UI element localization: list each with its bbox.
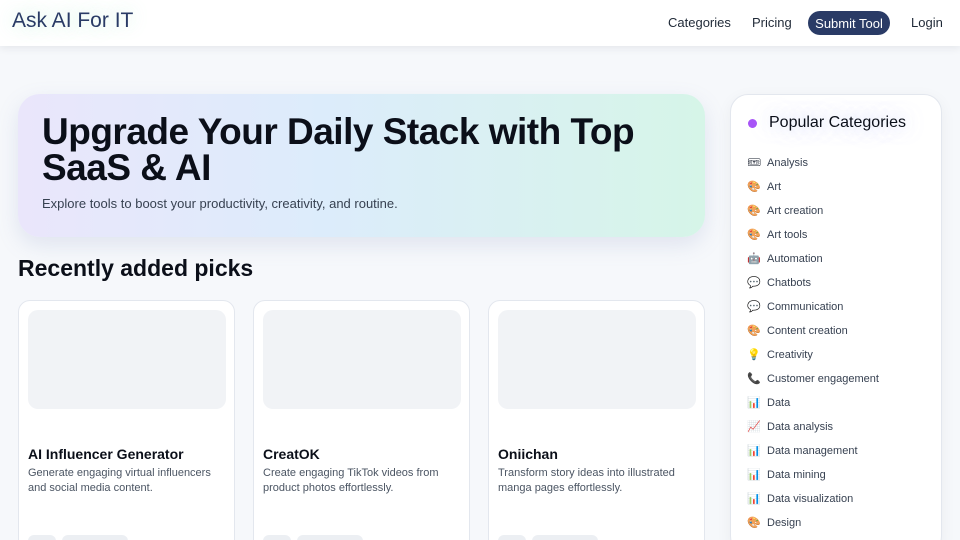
category-item[interactable]: 🎨 Content creation <box>747 319 937 343</box>
category-item[interactable]: 🎨 Art tools <box>747 223 937 247</box>
bar-chart-icon: 📊 <box>747 444 761 457</box>
category-label: Art <box>767 181 782 193</box>
trend-chart-icon: 📈 <box>747 420 761 433</box>
category-item[interactable]: 💬 Chatbots <box>747 271 937 295</box>
bar-chart-icon: 📊 <box>747 396 761 409</box>
nav-login-link[interactable]: Login <box>911 15 943 30</box>
tool-card-tag <box>498 535 526 540</box>
popular-categories-panel: Popular Categories 🎟 Analysis 🎨 Art 🎨 Art cre… <box>730 94 942 540</box>
submit-tool-button[interactable]: Submit Tool <box>808 11 890 35</box>
category-item[interactable]: 📊 Data mining <box>747 463 937 487</box>
category-label: Data mining <box>767 469 826 481</box>
bar-chart-icon: 📊 <box>747 492 761 505</box>
category-label: Automation <box>767 253 823 265</box>
category-label: Analysis <box>767 157 808 169</box>
category-item[interactable]: 🎨 Design <box>747 511 937 535</box>
tool-card-tag <box>297 535 363 540</box>
ticket-icon: 🎟 <box>747 156 761 169</box>
tool-card-tag <box>263 535 291 540</box>
tool-card-description: Generate engaging virtual influencers an… <box>28 467 211 494</box>
category-label: Data management <box>767 445 858 457</box>
category-label: Creativity <box>767 349 813 361</box>
category-item[interactable]: 📞 Customer engagement <box>747 367 937 391</box>
category-item[interactable]: 🤖 Automation <box>747 247 937 271</box>
tool-card-thumbnail <box>263 310 461 409</box>
category-item[interactable]: 📊 Data visualization <box>747 487 937 511</box>
palette-icon: 🎨 <box>747 228 761 241</box>
category-label: Chatbots <box>767 277 812 289</box>
category-label: Customer engagement <box>767 373 879 385</box>
category-label: Art tools <box>767 229 808 241</box>
category-list: 🎟 Analysis 🎨 Art 🎨 Art creation 🎨 Art tools 🤖 Aut… <box>747 151 937 535</box>
hero-subtitle: Explore tools to boost your productivity… <box>42 196 398 211</box>
category-label: Data analysis <box>767 421 834 433</box>
category-item[interactable]: 📊 Data management <box>747 439 937 463</box>
tool-card[interactable]: Oniichan Transform story ideas into illu… <box>488 300 705 540</box>
nav-categories-link[interactable]: Categories <box>668 15 731 30</box>
phone-icon: 📞 <box>747 372 761 385</box>
popular-categories-title: Popular Categories <box>769 114 906 131</box>
tool-card-name: AI Influencer Generator <box>28 446 184 462</box>
hero-banner: Upgrade Your Daily Stack with Top SaaS &… <box>18 94 705 237</box>
tool-card-name: CreatOK <box>263 446 320 462</box>
tool-card-thumbnail <box>498 310 696 409</box>
category-label: Data <box>767 397 791 409</box>
tool-card-tag <box>62 535 128 540</box>
accent-dot-icon <box>748 119 757 128</box>
category-item[interactable]: 📊 Data <box>747 391 937 415</box>
bar-chart-icon: 📊 <box>747 468 761 481</box>
category-item[interactable]: 🎟 Analysis <box>747 151 937 175</box>
nav-pricing-link[interactable]: Pricing <box>752 15 792 30</box>
category-label: Content creation <box>767 325 848 337</box>
brand-logo[interactable]: Ask AI For IT <box>12 9 133 33</box>
palette-icon: 🎨 <box>747 324 761 337</box>
palette-icon: 🎨 <box>747 204 761 217</box>
tool-card-description: Transform story ideas into illustrated m… <box>498 467 675 494</box>
hero-title: Upgrade Your Daily Stack with Top SaaS &… <box>42 111 635 188</box>
category-label: Art creation <box>767 205 824 217</box>
lightbulb-icon: 💡 <box>747 348 761 361</box>
robot-icon: 🤖 <box>747 252 761 265</box>
tool-card[interactable]: CreatOK Create engaging TikTok videos fr… <box>253 300 470 540</box>
category-item[interactable]: 🎨 Art <box>747 175 937 199</box>
top-header: Ask AI For IT Categories Pricing Submit … <box>0 0 960 46</box>
category-label: Communication <box>767 301 844 313</box>
category-item[interactable]: 🎨 Art creation <box>747 199 937 223</box>
category-item[interactable]: 💬 Communication <box>747 295 937 319</box>
recently-added-title: Recently added picks <box>18 255 254 281</box>
tool-card[interactable]: AI Influencer Generator Generate engagin… <box>18 300 235 540</box>
tool-card-thumbnail <box>28 310 226 409</box>
category-item[interactable]: 💡 Creativity <box>747 343 937 367</box>
category-label: Design <box>767 517 802 529</box>
tool-card-tag <box>532 535 598 540</box>
tool-card-name: Oniichan <box>498 446 558 462</box>
speech-bubble-icon: 💬 <box>747 276 761 289</box>
tool-card-tag <box>28 535 56 540</box>
tool-card-description: Create engaging TikTok videos from produ… <box>263 467 439 494</box>
palette-icon: 🎨 <box>747 180 761 193</box>
category-item[interactable]: 📈 Data analysis <box>747 415 937 439</box>
category-label: Data visualization <box>767 493 854 505</box>
speech-bubble-icon: 💬 <box>747 300 761 313</box>
design-icon: 🎨 <box>747 516 761 529</box>
